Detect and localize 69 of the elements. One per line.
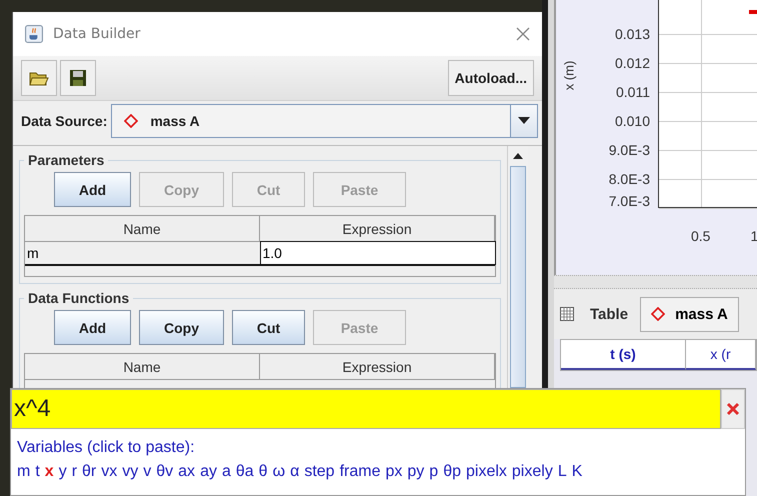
variable-link[interactable]: r [72, 463, 78, 481]
table-cell: 1.0 [260, 242, 495, 264]
close-icon[interactable] [516, 27, 530, 41]
column-header[interactable]: t (s) [561, 340, 686, 370]
group-title: Parameters [27, 152, 106, 168]
variable-link[interactable]: θv [156, 463, 174, 481]
tick-label: 0.011 [616, 83, 650, 102]
autoload-button[interactable]: Autoload... [448, 60, 534, 96]
column-header[interactable]: Name [25, 216, 260, 242]
scroll-up-icon[interactable] [513, 153, 523, 159]
variable-link[interactable]: pixely [512, 463, 553, 481]
variable-link[interactable]: θr [82, 463, 96, 481]
tick-label: 0.012 [614, 54, 650, 73]
column-header[interactable]: Expression [260, 354, 495, 380]
variable-link[interactable]: θ [258, 463, 268, 481]
variable-link[interactable]: ay [200, 463, 217, 481]
tick-label: 8.0E-3 [608, 170, 650, 189]
variable-link[interactable]: frame [340, 463, 380, 481]
tick-label: 9.0E-3 [608, 141, 650, 160]
variable-link[interactable]: vy [122, 463, 138, 481]
tick-label: 0.5 [691, 228, 710, 244]
column-header[interactable]: Name [25, 354, 260, 380]
diamond-icon [651, 307, 666, 321]
action-button[interactable]: Add [54, 172, 131, 207]
cup-icon [25, 25, 43, 43]
variable-link[interactable]: v [143, 463, 152, 481]
save-button[interactable] [60, 60, 96, 96]
variable-link[interactable]: p [429, 463, 438, 481]
variable-link[interactable]: vx [101, 463, 118, 481]
variable-link[interactable]: L [558, 463, 567, 481]
variable-link[interactable]: x [44, 463, 54, 481]
variable-link[interactable]: θa [236, 463, 254, 481]
variable-link[interactable]: a [222, 463, 231, 481]
action-button[interactable]: Copy [139, 310, 224, 345]
variable-link[interactable]: ω [272, 463, 286, 481]
variables-label: Variables (click to paste): [17, 439, 196, 457]
variable-link[interactable]: K [572, 463, 582, 481]
open-button[interactable] [21, 60, 57, 96]
variable-link[interactable]: y [58, 463, 67, 481]
axis-label: x (m) [561, 60, 576, 90]
close-icon [726, 402, 740, 416]
tick-label: 0.013 [614, 25, 650, 44]
column-header[interactable]: Expression [260, 216, 495, 242]
variable-link[interactable]: px [385, 463, 402, 481]
group-title: Data Functions [27, 290, 130, 306]
table-row[interactable]: m 1.0 [25, 242, 495, 266]
variable-link[interactable]: t [35, 463, 40, 481]
source-button[interactable]: mass A [640, 296, 739, 332]
expression-field[interactable]: x^4 [11, 389, 721, 429]
variable-link[interactable]: α [290, 463, 300, 481]
dropdown-arrow-icon [518, 117, 530, 125]
variable-link[interactable]: step [304, 463, 335, 481]
variable-link[interactable]: py [407, 463, 424, 481]
diamond-icon [124, 114, 138, 128]
action-button[interactable]: Add [54, 310, 131, 345]
tick-label: 7.0E-3 [608, 192, 650, 211]
variable-link[interactable]: m [17, 463, 30, 481]
column-header[interactable]: x (r [686, 340, 756, 370]
variable-link[interactable]: ax [178, 463, 196, 481]
data-source-dropdown[interactable]: mass A [111, 104, 538, 138]
table-tab[interactable]: Table [560, 306, 628, 322]
clear-button[interactable] [721, 389, 745, 429]
table-icon [560, 307, 574, 321]
data-source-label: Data Source: [21, 113, 108, 129]
variable-link[interactable]: pixelx [466, 463, 507, 481]
action-button[interactable]: Cut [232, 310, 305, 345]
variable-link[interactable]: θp [443, 463, 461, 481]
tick-label: 0.010 [614, 112, 650, 131]
window-title: Data Builder [53, 26, 142, 42]
